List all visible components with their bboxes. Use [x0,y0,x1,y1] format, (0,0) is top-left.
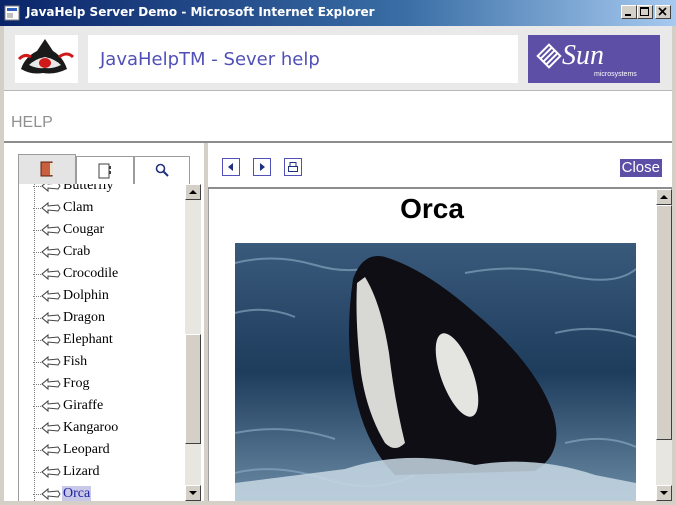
maximize-button[interactable] [637,5,653,19]
print-button[interactable] [284,158,302,176]
tree-item-label: Frog [63,376,90,391]
nav-scroll-up-button[interactable] [185,184,201,200]
arrow-left-icon [228,163,233,171]
tree-item-label: Leopard [63,442,110,457]
nav-scroll-down-button[interactable] [185,485,201,501]
tree-connector [33,274,41,275]
minimize-button[interactable] [621,5,637,19]
tree-connector [33,186,41,187]
tree-item-label: Giraffe [63,398,104,413]
tree-connector [33,406,41,407]
forward-button[interactable] [253,158,271,176]
tree-item-label: Dolphin [63,288,109,303]
topic-page-icon [41,245,61,259]
content-toolbar: Close [208,143,672,189]
tree-connector [33,340,41,341]
ie-icon [4,5,20,21]
arrow-down-icon [660,491,668,495]
topic-page-icon [41,333,61,347]
tree-item-label: Elephant [63,332,113,347]
tree-item-label: Orca [62,486,92,501]
tree-connector [33,230,41,231]
navigator-panel: Butterfly Clam Cougar Crab Crocodile Dolphin D… [4,143,204,501]
tree-item-label: Kangaroo [63,420,119,435]
tree-connector [33,428,41,429]
arrow-right-icon [260,163,265,171]
tab-contents[interactable] [18,154,76,184]
tab-index[interactable] [76,156,134,184]
tree-connector [33,296,41,297]
topic-page-icon [41,377,61,391]
tree-guide-line [34,184,35,501]
banner-title-box: JavaHelpTM - Sever help [88,35,518,83]
tree-connector [33,384,41,385]
topic-page-icon [41,223,61,237]
content-scroll-up-button[interactable] [656,189,672,205]
tree-connector [33,362,41,363]
tree-item-label: Dragon [63,310,105,325]
sun-microsystems-logo: Sun microsystems [528,35,660,83]
tree-item-label: Crab [63,244,91,259]
content-scroll-down-button[interactable] [656,485,672,501]
close-help-button[interactable]: Close [619,159,662,177]
back-button[interactable] [222,158,240,176]
tree-connector [33,472,41,473]
close-window-button[interactable] [655,5,671,19]
tree-item-label: Clam [63,200,94,215]
tree-item-label: Crocodile [63,266,119,281]
arrow-down-icon [189,491,197,495]
minimize-icon [625,14,631,16]
topic-page-icon [41,267,61,281]
topic-page-icon [41,421,61,435]
contents-tree: Butterfly Clam Cougar Crab Crocodile Dolphin D… [18,184,187,501]
banner: JavaHelpTM - Sever help Sun microsystems [4,26,672,90]
document-title: Orca [400,193,464,224]
topic-page-icon [41,443,61,457]
tree-connector [33,318,41,319]
topic-page-icon [41,487,61,501]
content-panel: Close Orca [208,143,672,501]
tab-search[interactable] [134,156,190,184]
topic-page-icon [41,465,61,479]
search-icon [155,163,169,177]
tree-item-label: Cougar [63,222,105,237]
tree-item-label: Fish [63,354,88,369]
window-title: JavaHelp Server Demo - Microsoft Interne… [26,5,375,19]
tree-connector [33,494,41,495]
tree-connector [33,252,41,253]
tree-item-label: Butterfly [63,184,114,193]
title-bar: JavaHelp Server Demo - Microsoft Interne… [0,0,676,26]
tree-item-label: Lizard [63,464,100,479]
book-icon [40,161,53,177]
index-icon [98,163,111,179]
banner-title: JavaHelpTM - Sever help [100,49,320,70]
java-duke-logo [15,35,78,83]
help-document: Orca [208,189,655,501]
arrow-up-icon [660,195,668,199]
sun-diamond-icon [536,43,562,69]
topic-page-icon [41,355,61,369]
tree-connector [33,450,41,451]
print-icon [288,162,298,172]
arrow-up-icon [189,190,197,194]
tree-connector [33,208,41,209]
help-label: HELP [11,114,53,131]
orca-photo [235,243,636,501]
sun-logo-text: Sun [562,40,604,71]
topic-page-icon [41,184,61,193]
topic-page-icon [41,201,61,215]
browser-content: JavaHelpTM - Sever help Sun microsystems… [4,26,672,501]
topic-page-icon [41,289,61,303]
topic-page-icon [41,399,61,413]
content-scrollbar[interactable] [656,189,672,501]
topic-page-icon [41,311,61,325]
maximize-icon [640,7,649,16]
help-bar: HELP [4,90,672,143]
nav-scrollbar[interactable] [185,184,201,501]
sun-logo-subtext: microsystems [594,71,637,78]
close-icon [658,7,667,16]
content-scroll-thumb[interactable] [656,205,672,440]
nav-scroll-thumb[interactable] [185,334,201,444]
